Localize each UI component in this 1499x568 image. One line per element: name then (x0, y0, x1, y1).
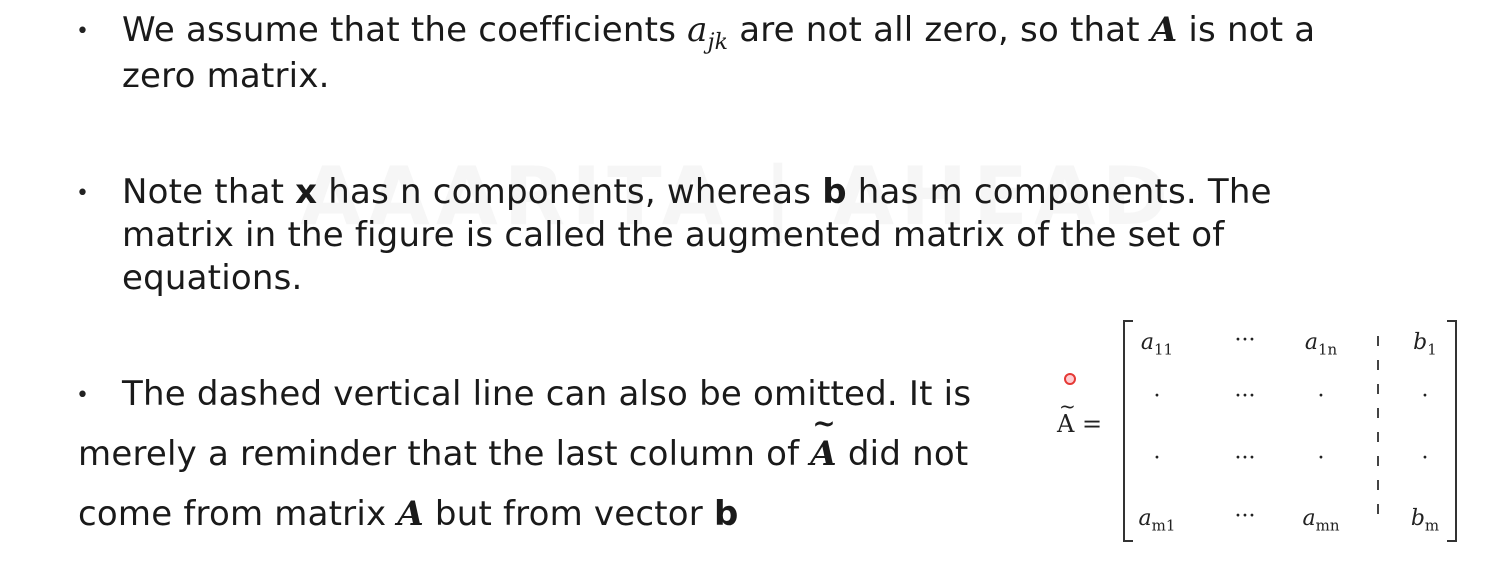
matrix-cell: am1 (1138, 506, 1176, 535)
coefficient-symbol: ajk (687, 10, 729, 55)
bullet-1-text-a: We assume that the coefficients (122, 10, 688, 50)
bullet-2-line-1: Note that x has n components, whereas b … (122, 170, 1272, 214)
matrix-a-symbol: A (397, 494, 424, 534)
bullet-2-text-c: has m components. The (846, 172, 1272, 212)
bullet-2-text-b: has n components, whereas (317, 172, 823, 212)
matrix-ellipsis: ··· (1234, 446, 1256, 471)
matrix-cell: · (1317, 384, 1325, 409)
bullet-3-text-a: merely a reminder that the last column o… (78, 434, 811, 474)
bullet-1-line-2: zero matrix. (122, 56, 330, 96)
bullet-3-line-1: The dashed vertical line can also be omi… (122, 374, 972, 414)
matrix-ellipsis: ··· (1234, 384, 1256, 409)
vector-b-symbol: b (713, 494, 739, 534)
bullet-marker: • (76, 19, 89, 44)
matrix-label: ~ A = (1057, 394, 1103, 438)
bullet-1-text-c: is not a (1177, 10, 1316, 50)
matrix-cell: a1n (1304, 330, 1338, 359)
bullet-marker: • (76, 383, 89, 408)
matrix-cell: · (1153, 384, 1161, 409)
matrix-cell: · (1421, 446, 1429, 471)
bullet-2-line-2: matrix in the figure is called the augme… (122, 215, 1225, 255)
matrix-ellipsis: ··· (1234, 504, 1256, 529)
matrix-cell: amn (1302, 506, 1340, 535)
matrix-a-symbol: A (1150, 10, 1178, 50)
matrix-cell: · (1421, 384, 1429, 409)
bullet-3-text-c: come from matrix (78, 494, 398, 534)
matrix-ellipsis: ··· (1234, 328, 1256, 353)
matrix-cell: bm (1410, 506, 1440, 535)
bullet-1-text-b: are not all zero, so that (728, 10, 1151, 50)
vector-x-symbol: x (295, 172, 318, 212)
matrix-cell: b1 (1413, 330, 1437, 359)
bullet-3-text-d: but from vector (423, 494, 714, 534)
matrix-cell: · (1153, 446, 1161, 471)
dashed-separator (1377, 336, 1379, 526)
augmented-matrix-symbol: ~ A (810, 407, 837, 474)
bullet-marker: • (76, 181, 89, 206)
bullet-3-line-2: merely a reminder that the last column o… (78, 407, 969, 476)
bullet-2-line-3: equations. (122, 258, 303, 298)
matrix-cell: · (1317, 446, 1325, 471)
bullet-3-line-3: come from matrix A but from vector b (78, 492, 739, 536)
augmented-matrix: ~ A = a11 ··· a1n b1 · ··· · · · ··· · · … (1055, 318, 1475, 542)
vector-b-symbol: b (822, 172, 847, 212)
bullet-3-text-b: did not (836, 434, 969, 474)
bullet-2-text-a: Note that (122, 172, 296, 212)
matrix-cell: a11 (1140, 330, 1174, 359)
